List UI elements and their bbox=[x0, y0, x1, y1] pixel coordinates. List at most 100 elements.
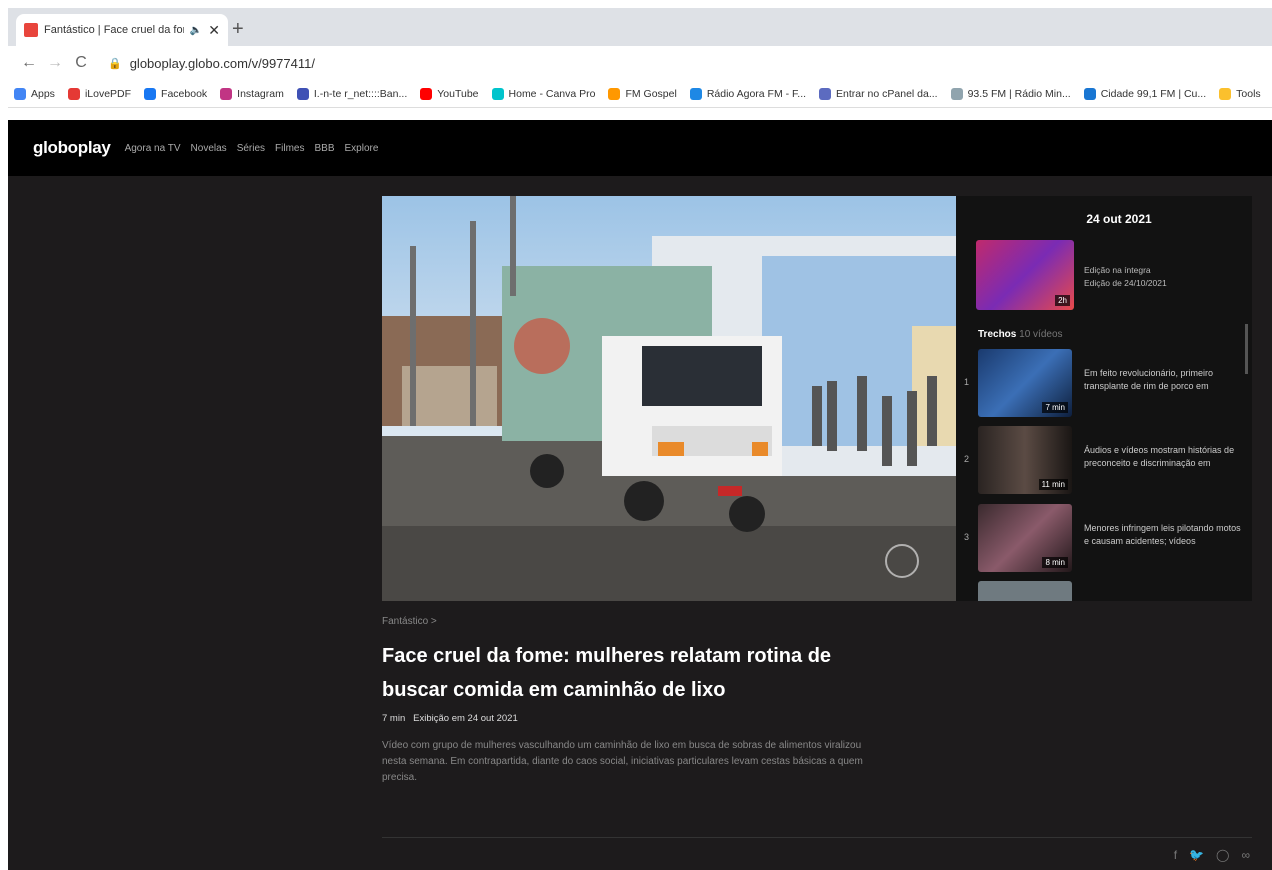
clip-item[interactable]: 2 11 min Áudios e vídeos mostram históri… bbox=[956, 426, 1246, 498]
clip-number: 1 bbox=[964, 377, 970, 387]
speaker-icon[interactable]: 🔈 bbox=[190, 25, 202, 36]
browser-window: Fantástico | Face cruel da fom 🔈 ✕ + ← →… bbox=[8, 8, 1272, 870]
episode-date: 24 out 2021 bbox=[1086, 212, 1152, 226]
clip-number: 3 bbox=[964, 532, 970, 542]
bookmark-item[interactable]: Facebook bbox=[144, 87, 207, 100]
new-tab-button[interactable]: + bbox=[232, 18, 244, 41]
bookmark-item[interactable]: I.-n-te r_net::::Ban... bbox=[296, 87, 408, 100]
bookmark-label: FM Gospel bbox=[625, 87, 677, 100]
video-meta: 7 min Exibição em 24 out 2021 bbox=[382, 713, 1242, 724]
bookmark-item[interactable]: Apps bbox=[14, 87, 55, 100]
bookmark-item[interactable]: Rádio Agora FM - F... bbox=[689, 87, 806, 100]
full-episode-line2: Edição de 24/10/2021 bbox=[1084, 278, 1167, 288]
back-icon[interactable]: ← bbox=[16, 54, 42, 72]
address-bar[interactable]: globoplay.globo.com/v/9977411/ bbox=[130, 56, 315, 71]
active-tab[interactable]: Fantástico | Face cruel da fom 🔈 ✕ bbox=[16, 14, 228, 46]
full-episode-thumbnail[interactable]: 2h bbox=[976, 240, 1074, 310]
full-episode-duration: 2h bbox=[1055, 295, 1070, 306]
clip-title[interactable]: Em feito revolucionário, primeiro transp… bbox=[1084, 367, 1244, 393]
bookmark-item[interactable]: Tools bbox=[1219, 87, 1261, 100]
bookmark-favicon-icon bbox=[220, 87, 233, 100]
bookmark-favicon-icon bbox=[819, 87, 832, 100]
clip-number: 2 bbox=[964, 454, 970, 464]
nav-novelas[interactable]: Novelas bbox=[191, 143, 227, 154]
bookmark-item[interactable]: Home - Canva Pro bbox=[491, 87, 596, 100]
bookmark-item[interactable]: iLovePDF bbox=[67, 87, 132, 100]
whatsapp-share-icon[interactable]: ◯ bbox=[1216, 848, 1229, 862]
bookmark-favicon-icon bbox=[1083, 87, 1096, 100]
bookmark-favicon-icon bbox=[420, 87, 433, 100]
clip-duration: 11 min bbox=[1038, 479, 1068, 490]
bookmark-item[interactable]: 93.5 FM | Rádio Min... bbox=[950, 87, 1071, 100]
nav-series[interactable]: Séries bbox=[237, 143, 265, 154]
clip-title[interactable]: Áudios e vídeos mostram histórias de pre… bbox=[1084, 444, 1244, 470]
bookmark-favicon-icon bbox=[14, 87, 26, 100]
full-episode-line1: Edição na íntegra bbox=[1084, 265, 1151, 275]
video-duration: 7 min bbox=[382, 713, 406, 724]
nav-explore[interactable]: Explore bbox=[345, 143, 379, 154]
bookmark-label: iLovePDF bbox=[84, 87, 132, 100]
bookmark-label: Home - Canva Pro bbox=[508, 87, 596, 100]
bookmark-label: Cidade 99,1 FM | Cu... bbox=[1100, 87, 1207, 100]
video-aired-date: Exibição em 24 out 2021 bbox=[413, 713, 518, 724]
forward-icon[interactable]: → bbox=[42, 54, 68, 72]
bookmark-favicon-icon bbox=[67, 87, 80, 100]
bookmarks-bar: Apps iLovePDF Facebook Instagram I.-n-te r_n… bbox=[8, 80, 1272, 108]
reload-icon[interactable]: C bbox=[68, 54, 94, 72]
bookmark-item[interactable]: Cidade 99,1 FM | Cu... bbox=[1083, 87, 1207, 100]
breadcrumb[interactable]: Fantástico > bbox=[382, 616, 1242, 627]
clip-duration: 7 min bbox=[1042, 402, 1068, 413]
clip-title[interactable]: Menores infringem leis pilotando motos e… bbox=[1084, 522, 1244, 548]
bookmark-favicon-icon bbox=[950, 87, 963, 100]
nav-filmes[interactable]: Filmes bbox=[275, 143, 304, 154]
clip-item[interactable]: 3 8 min Menores infringem leis pilotando… bbox=[956, 504, 1246, 576]
bookmark-item[interactable]: Entrar no cPanel da... bbox=[819, 87, 938, 100]
video-player[interactable] bbox=[382, 196, 958, 601]
clip-thumbnail[interactable]: 8 min bbox=[978, 504, 1072, 572]
divider bbox=[382, 837, 1252, 838]
clip-thumbnail[interactable]: 11 min bbox=[978, 426, 1072, 494]
bookmark-favicon-icon bbox=[144, 87, 157, 100]
globoplay-favicon-icon bbox=[24, 23, 38, 37]
link-share-icon[interactable]: ∞ bbox=[1241, 848, 1250, 862]
video-frame-image bbox=[382, 196, 958, 601]
tab-title: Fantástico | Face cruel da fom bbox=[44, 24, 184, 36]
bookmark-favicon-icon bbox=[689, 87, 702, 100]
video-title: Face cruel da fome: mulheres relatam rot… bbox=[382, 645, 832, 701]
bookmark-item[interactable]: YouTube bbox=[420, 87, 479, 100]
clip-thumbnail[interactable] bbox=[978, 581, 1072, 601]
bookmark-favicon-icon bbox=[491, 87, 504, 100]
bookmark-label: Apps bbox=[31, 87, 55, 100]
bookmark-label: YouTube bbox=[437, 87, 479, 100]
bookmark-item[interactable]: FM Gospel bbox=[608, 87, 677, 100]
clip-item-partial[interactable] bbox=[956, 581, 1246, 601]
close-tab-icon[interactable]: ✕ bbox=[208, 22, 220, 39]
trechos-count: 10 vídeos bbox=[1019, 329, 1063, 340]
nav-agora-na-tv[interactable]: Agora na TV bbox=[125, 143, 181, 154]
address-toolbar: ← → C 🔒 globoplay.globo.com/v/9977411/ bbox=[8, 46, 1272, 80]
bookmark-label: Tools bbox=[1236, 87, 1261, 100]
clip-duration: 8 min bbox=[1042, 557, 1068, 568]
bookmark-label: Instagram bbox=[237, 87, 284, 100]
bookmark-favicon-icon bbox=[1219, 87, 1232, 100]
twitter-share-icon[interactable]: 🐦 bbox=[1189, 848, 1204, 862]
trechos-label: Trechos bbox=[978, 329, 1017, 340]
bookmark-favicon-icon bbox=[296, 87, 309, 100]
full-episode-info[interactable]: Edição na íntegra Edição de 24/10/2021 bbox=[1084, 264, 1167, 290]
globoplay-logo[interactable]: globoplay bbox=[33, 138, 111, 158]
trechos-heading: Trechos 10 vídeos bbox=[978, 329, 1063, 340]
clip-thumbnail[interactable]: 7 min bbox=[978, 349, 1072, 417]
facebook-share-icon[interactable]: f bbox=[1174, 848, 1177, 862]
bookmark-label: 93.5 FM | Rádio Min... bbox=[967, 87, 1071, 100]
video-info: Fantástico > Face cruel da fome: mulhere… bbox=[382, 616, 1242, 786]
share-bar: f 🐦 ◯ ∞ bbox=[1174, 848, 1250, 862]
nav-bbb[interactable]: BBB bbox=[315, 143, 335, 154]
episode-sidebar: 24 out 2021 2h Edição na íntegra Edição … bbox=[956, 196, 1252, 601]
clip-item[interactable]: 1 7 min Em feito revolucionário, primeir… bbox=[956, 349, 1246, 421]
site-header: globoplay Agora na TV Novelas Séries Fil… bbox=[8, 120, 1272, 176]
bookmark-label: I.-n-te r_net::::Ban... bbox=[313, 87, 408, 100]
globoplay-page: globoplay Agora na TV Novelas Séries Fil… bbox=[8, 120, 1272, 870]
bookmark-label: Entrar no cPanel da... bbox=[836, 87, 938, 100]
bookmark-item[interactable]: Instagram bbox=[220, 87, 284, 100]
lock-icon[interactable]: 🔒 bbox=[108, 57, 122, 70]
